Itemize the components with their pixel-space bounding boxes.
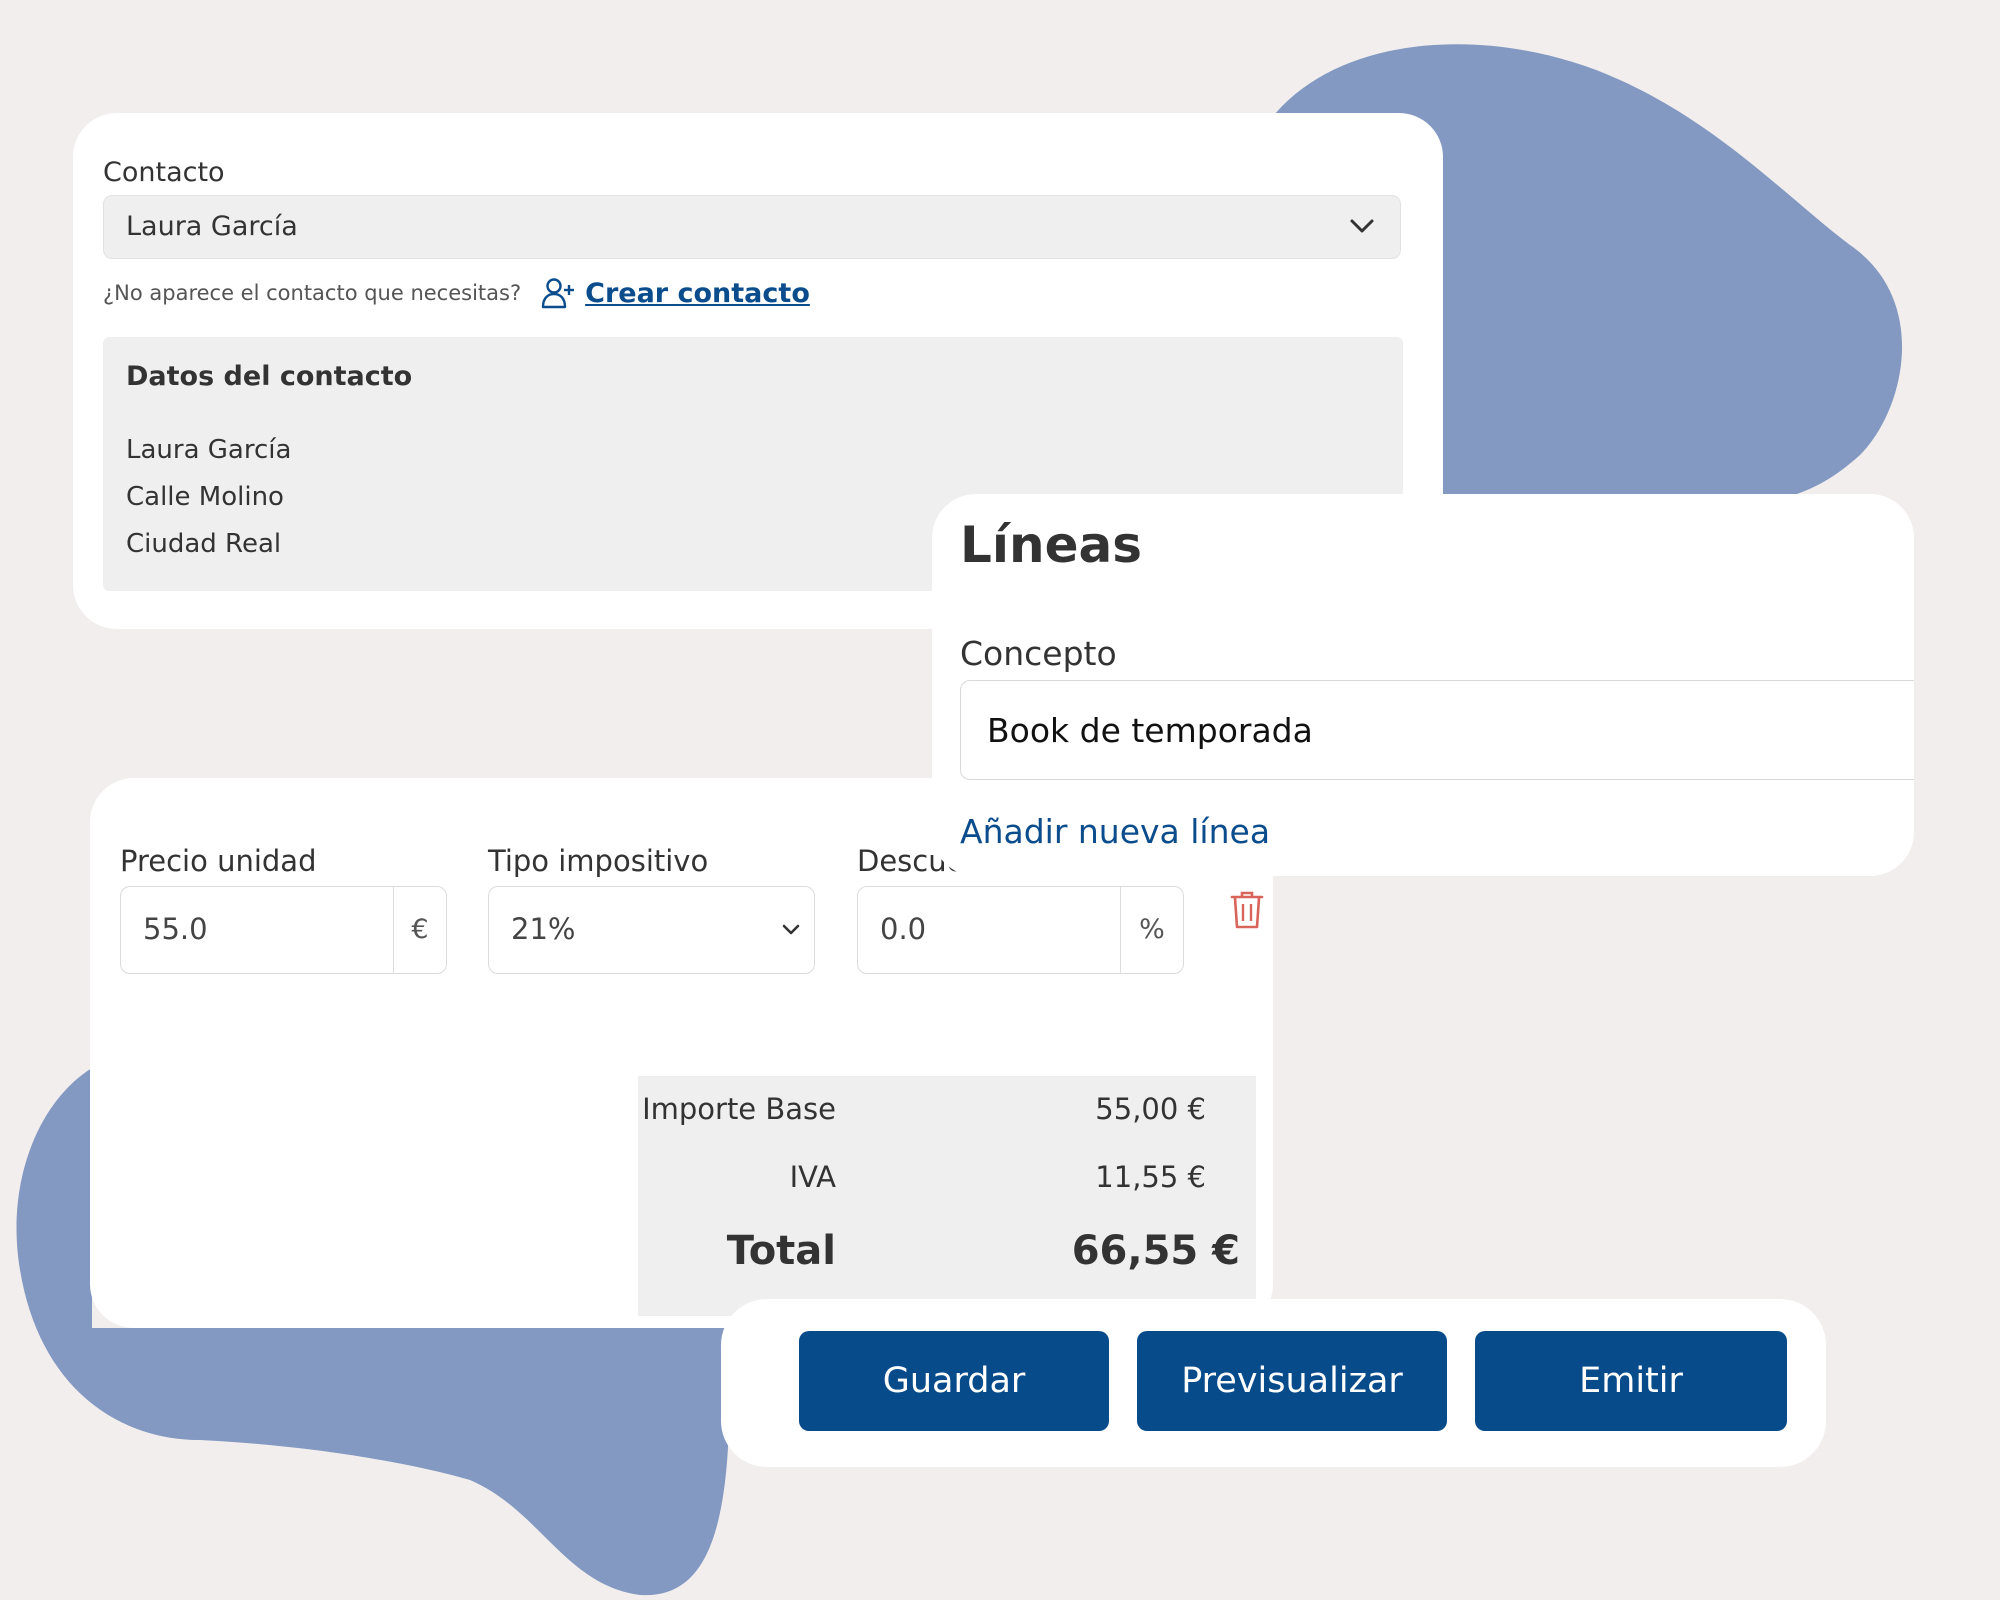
tax-type-label: Tipo impositivo <box>488 844 709 878</box>
total-label: Total <box>726 1228 836 1274</box>
contact-hint: ¿No aparece el contacto que necesitas? <box>103 281 522 305</box>
contact-select[interactable]: Laura García <box>103 195 1401 259</box>
iva-label: IVA <box>789 1160 836 1194</box>
percent-suffix: % <box>1120 887 1183 973</box>
trash-icon[interactable] <box>1230 890 1264 930</box>
concept-value: Book de temporada <box>987 711 1313 750</box>
actions-bar: Guardar Previsualizar Emitir <box>721 1299 1826 1467</box>
unit-price-label: Precio unidad <box>120 844 317 878</box>
unit-price-value: 55.0 <box>143 912 208 946</box>
discount-input[interactable]: 0.0 % <box>857 886 1184 974</box>
base-amount-label: Importe Base <box>642 1092 836 1126</box>
contact-details-title: Datos del contacto <box>126 361 413 392</box>
chevron-down-icon <box>782 924 800 935</box>
create-contact-link[interactable]: Crear contacto <box>585 278 810 309</box>
tax-type-select[interactable]: 21% <box>488 886 815 974</box>
contact-city: Ciudad Real <box>126 529 282 559</box>
concept-label: Concepto <box>960 634 1117 673</box>
totals-panel: Importe Base 55,00 € IVA 11,55 € Total 6… <box>638 1076 1256 1316</box>
preview-button[interactable]: Previsualizar <box>1137 1331 1447 1431</box>
base-amount-value: 55,00 € <box>1095 1092 1206 1126</box>
tax-type-value: 21% <box>511 912 576 946</box>
add-user-icon[interactable] <box>541 277 575 309</box>
discount-value: 0.0 <box>880 912 927 946</box>
iva-value: 11,55 € <box>1095 1160 1206 1194</box>
contact-select-value: Laura García <box>126 211 298 242</box>
concept-input[interactable]: Book de temporada <box>960 680 1914 780</box>
unit-price-input[interactable]: 55.0 € <box>120 886 447 974</box>
lines-title: Líneas <box>960 516 1143 574</box>
contact-name: Laura García <box>126 435 292 465</box>
create-contact-row: ¿No aparece el contacto que necesitas? C… <box>103 273 810 313</box>
currency-suffix: € <box>393 887 446 973</box>
add-line-link[interactable]: Añadir nueva línea <box>960 812 1270 851</box>
lines-card: Líneas Concepto Book de temporada Añadir… <box>932 494 1914 876</box>
contact-street: Calle Molino <box>126 482 284 512</box>
save-button[interactable]: Guardar <box>799 1331 1109 1431</box>
total-value: 66,55 € <box>1071 1228 1240 1274</box>
contact-label: Contacto <box>103 157 225 188</box>
chevron-down-icon <box>1350 219 1374 233</box>
issue-button[interactable]: Emitir <box>1475 1331 1787 1431</box>
